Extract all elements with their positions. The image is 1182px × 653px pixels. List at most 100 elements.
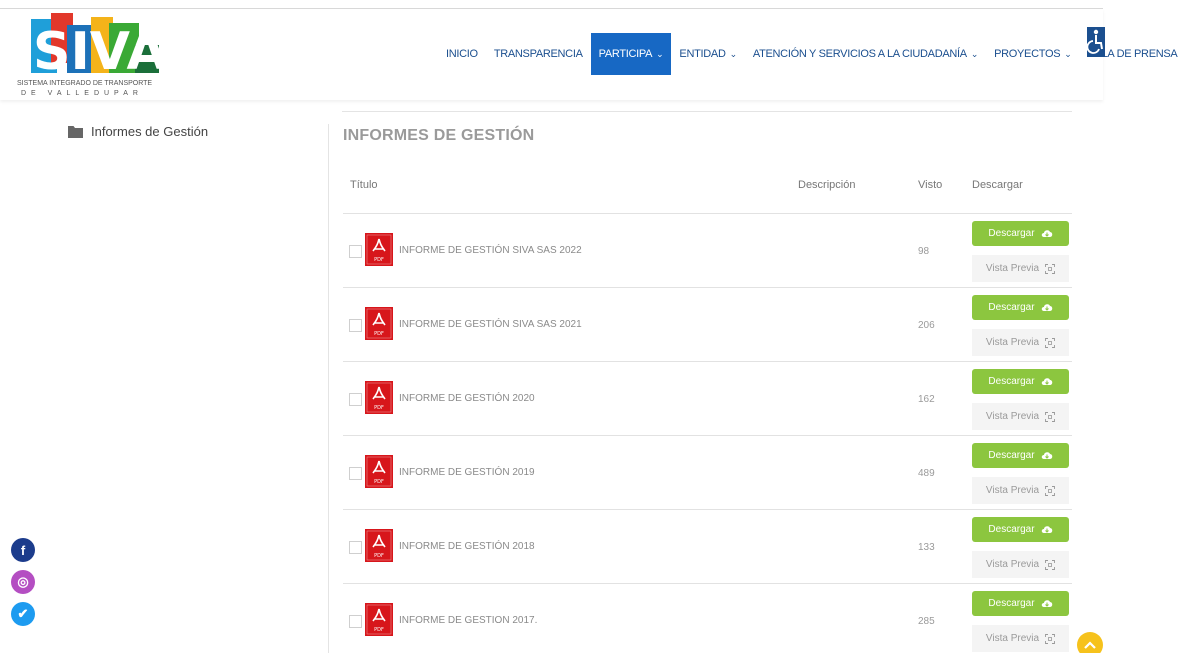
nav-label: ATENCIÓN Y SERVICIOS A LA CIUDADANÍA — [752, 48, 967, 60]
siva-logo[interactable]: SIVA SISTEMA INTEGRADO DE TRANSPORTE DE … — [17, 11, 167, 103]
file-name[interactable]: INFORME DE GESTIÓN 2020 — [399, 393, 535, 404]
pdf-file-icon: PDF — [365, 381, 393, 414]
nav-label: INICIO — [446, 48, 478, 60]
download-button[interactable]: Descargar — [972, 517, 1069, 542]
chevron-down-icon: ⌄ — [970, 48, 979, 59]
view-count: 133 — [918, 542, 935, 553]
preview-label: Vista Previa — [985, 263, 1040, 274]
nav-label: PARTICIPA — [598, 48, 653, 60]
column-header-title: Título — [350, 179, 378, 191]
cloud-download-icon — [1041, 600, 1052, 607]
logo-wordmark: SIVA — [33, 22, 165, 75]
facebook-icon[interactable]: f — [11, 538, 35, 562]
pdf-file-icon: PDF — [365, 603, 393, 636]
preview-button[interactable]: Vista Previa — [972, 255, 1069, 282]
row-checkbox[interactable] — [349, 541, 362, 554]
preview-button[interactable]: Vista Previa — [972, 477, 1069, 504]
column-divider — [328, 124, 329, 653]
table-row: PDF INFORME DE GESTIÓN 2020 162 Descarga… — [343, 361, 1072, 435]
content-top-divider — [342, 111, 1072, 112]
row-checkbox[interactable] — [349, 615, 362, 628]
wheelchair-icon[interactable] — [1087, 27, 1105, 57]
column-header-download: Descargar — [972, 179, 1023, 191]
preview-button[interactable]: Vista Previa — [972, 403, 1069, 430]
preview-label: Vista Previa — [985, 559, 1040, 570]
instagram-icon[interactable]: ◎ — [11, 570, 35, 594]
preview-label: Vista Previa — [985, 633, 1040, 644]
download-label: Descargar — [988, 524, 1035, 535]
table-row: PDF INFORME DE GESTIÓN 2018 133 Descarga… — [343, 509, 1072, 583]
expand-icon — [1045, 337, 1056, 348]
file-name[interactable]: INFORME DE GESTIÓN 2018 — [399, 541, 535, 552]
sidebar-item-informes[interactable]: Informes de Gestión — [68, 124, 208, 139]
file-name[interactable]: INFORME DE GESTION 2017. — [399, 615, 537, 626]
nav-item-proyectos[interactable]: PROYECTOS ⌄ — [986, 33, 1079, 75]
chevron-down-icon: ⌄ — [656, 48, 664, 59]
twitter-icon[interactable]: ✔ — [11, 602, 35, 626]
nav-item-entidad[interactable]: ENTIDAD ⌄ — [671, 33, 744, 75]
folder-icon — [68, 126, 83, 138]
download-label: Descargar — [988, 450, 1035, 461]
preview-label: Vista Previa — [985, 411, 1040, 422]
logo-city: DE VALLEDUPAR — [21, 90, 143, 97]
download-button[interactable]: Descargar — [972, 591, 1069, 616]
preview-button[interactable]: Vista Previa — [972, 551, 1069, 578]
pdf-file-icon: PDF — [365, 233, 393, 266]
preview-label: Vista Previa — [985, 337, 1040, 348]
preview-label: Vista Previa — [985, 485, 1040, 496]
svg-text:PDF: PDF — [374, 627, 384, 633]
row-checkbox[interactable] — [349, 319, 362, 332]
logo-subtitle: SISTEMA INTEGRADO DE TRANSPORTE — [17, 80, 153, 87]
expand-icon — [1045, 485, 1056, 496]
nav-label: PROYECTOS — [994, 48, 1061, 60]
download-label: Descargar — [988, 376, 1035, 387]
svg-text:PDF: PDF — [374, 479, 384, 485]
table-row: PDF INFORME DE GESTION 2017. 285 Descarg… — [343, 583, 1072, 653]
siva-logo-mark: SIVA — [31, 13, 165, 75]
row-checkbox[interactable] — [349, 393, 362, 406]
file-name[interactable]: INFORME DE GESTIÓN SIVA SAS 2021 — [399, 319, 582, 330]
page-title: INFORMES DE GESTIÓN — [343, 127, 535, 144]
table-row: PDF INFORME DE GESTIÓN SIVA SAS 2022 98 … — [343, 213, 1072, 287]
scroll-top-button[interactable] — [1077, 632, 1103, 653]
preview-button[interactable]: Vista Previa — [972, 625, 1069, 652]
cloud-download-icon — [1041, 230, 1052, 237]
svg-text:PDF: PDF — [374, 553, 384, 559]
expand-icon — [1045, 559, 1056, 570]
pdf-file-icon: PDF — [365, 529, 393, 562]
column-header-views: Visto — [918, 179, 943, 191]
main-nav: INICIO TRANSPARENCIA PARTICIPA ⌄ ENTIDAD ⌄… — [438, 33, 1182, 75]
row-checkbox[interactable] — [349, 467, 362, 480]
file-name[interactable]: INFORME DE GESTIÓN 2019 — [399, 467, 535, 478]
cloud-download-icon — [1041, 452, 1052, 459]
table-row: PDF INFORME DE GESTIÓN SIVA SAS 2021 206… — [343, 287, 1072, 361]
svg-text:PDF: PDF — [374, 331, 384, 337]
file-name[interactable]: INFORME DE GESTIÓN SIVA SAS 2022 — [399, 245, 582, 256]
table-row: PDF INFORME DE GESTIÓN 2019 489 Descarga… — [343, 435, 1072, 509]
download-button[interactable]: Descargar — [972, 443, 1069, 468]
expand-icon — [1045, 633, 1056, 644]
download-button[interactable]: Descargar — [972, 369, 1069, 394]
view-count: 285 — [918, 616, 935, 627]
svg-text:PDF: PDF — [374, 257, 384, 263]
cloud-download-icon — [1041, 526, 1052, 533]
nav-item-inicio[interactable]: INICIO — [438, 33, 486, 75]
column-header-description: Descripción — [798, 179, 856, 191]
download-button[interactable]: Descargar — [972, 295, 1069, 320]
chevron-down-icon: ⌄ — [729, 48, 738, 59]
nav-item-participa[interactable]: PARTICIPA ⌄ — [590, 33, 672, 75]
pdf-file-icon: PDF — [365, 307, 393, 340]
nav-item-transparencia[interactable]: TRANSPARENCIA — [486, 33, 591, 75]
view-count: 162 — [918, 394, 935, 405]
expand-icon — [1045, 263, 1056, 274]
download-label: Descargar — [988, 598, 1035, 609]
expand-icon — [1045, 411, 1056, 422]
row-checkbox[interactable] — [349, 245, 362, 258]
download-button[interactable]: Descargar — [972, 221, 1069, 246]
site-header: SIVA SISTEMA INTEGRADO DE TRANSPORTE DE … — [0, 9, 1182, 103]
sidebar-item-label: Informes de Gestión — [91, 124, 209, 139]
preview-button[interactable]: Vista Previa — [972, 329, 1069, 356]
view-count: 489 — [918, 468, 935, 479]
view-count: 98 — [918, 246, 930, 257]
nav-item-atencion[interactable]: ATENCIÓN Y SERVICIOS A LA CIUDADANÍA ⌄ — [745, 33, 986, 75]
